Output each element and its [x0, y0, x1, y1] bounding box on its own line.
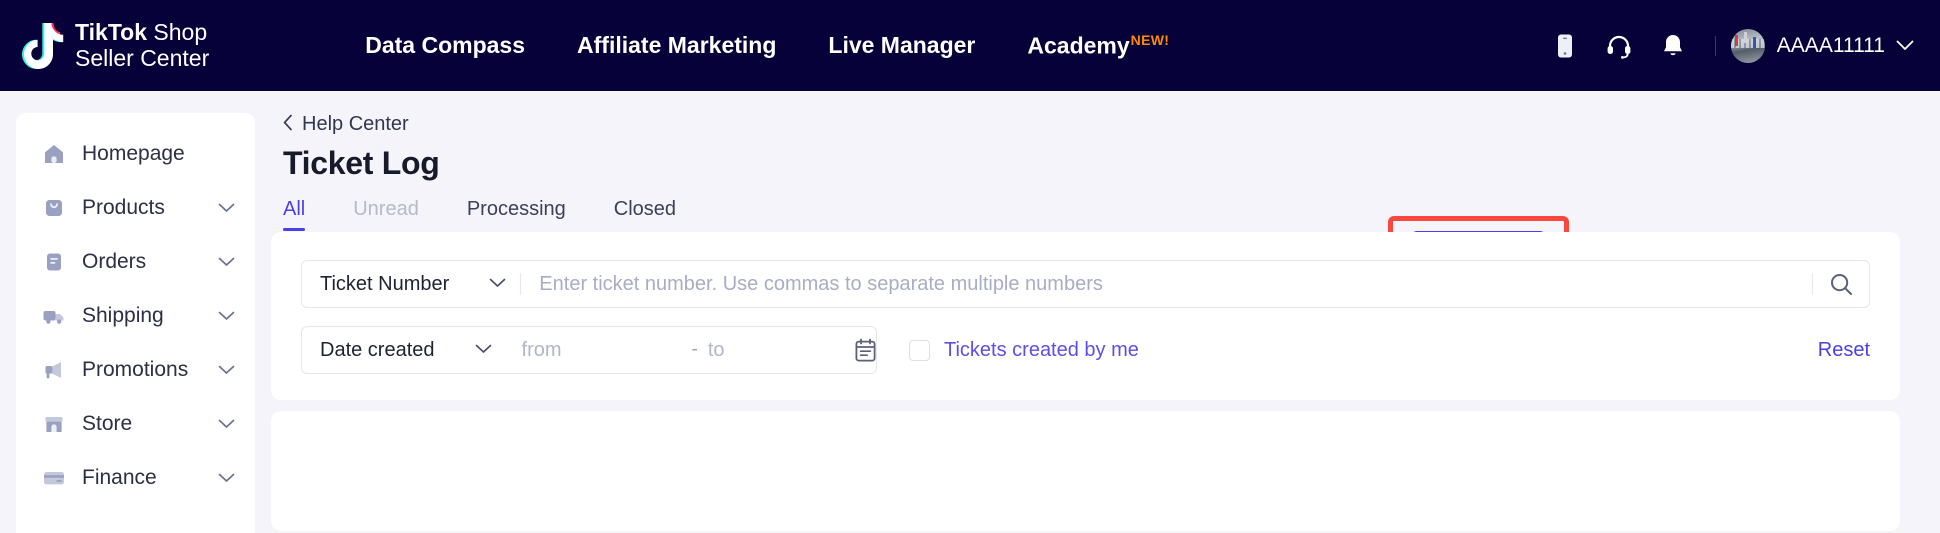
tab-label: All — [283, 198, 305, 220]
nav-link-affiliate-marketing[interactable]: Affiliate Marketing — [551, 32, 802, 59]
search-icon[interactable] — [1813, 261, 1869, 307]
sidebar-item-label: Store — [82, 412, 218, 436]
nav-link-label: Affiliate Marketing — [577, 32, 776, 58]
sidebar-item-label: Promotions — [82, 358, 218, 382]
avatar[interactable] — [1731, 29, 1765, 63]
tab-label: Processing — [467, 198, 566, 220]
status-tabs: All Unread Processing Closed — [283, 198, 1940, 231]
ticket-filter-row: Ticket Number — [301, 260, 1870, 308]
tiktok-note-icon — [20, 21, 66, 71]
sidebar-item-store[interactable]: Store — [16, 397, 255, 451]
chevron-down-icon[interactable] — [218, 257, 235, 267]
nav-link-label: Academy — [1027, 32, 1129, 58]
date-from-input[interactable] — [506, 327, 686, 373]
headset-support-icon[interactable] — [1592, 19, 1646, 73]
bag-icon — [42, 196, 66, 220]
breadcrumb[interactable]: Help Center — [283, 113, 409, 136]
tab-all[interactable]: All — [283, 198, 305, 231]
nav-link-data-compass[interactable]: Data Compass — [339, 32, 551, 59]
date-range-box: Date created - — [301, 326, 877, 374]
brand-seller-center: Seller Center — [75, 46, 209, 72]
nav-right-actions: AAAA11111 — [1538, 0, 1914, 91]
sidebar: Homepage Products Orders — [16, 113, 255, 533]
chevron-down-icon — [475, 341, 492, 359]
ticket-number-input[interactable] — [521, 261, 1812, 307]
date-range-dash: - — [686, 339, 704, 361]
ticket-field-select[interactable]: Ticket Number — [302, 261, 520, 307]
ticket-search-box: Ticket Number — [301, 260, 1870, 308]
brand-text: TikTok Shop Seller Center — [75, 20, 209, 72]
chevron-down-icon[interactable] — [218, 419, 235, 429]
sidebar-item-promotions[interactable]: Promotions — [16, 343, 255, 397]
chevron-down-icon[interactable] — [218, 203, 235, 213]
nav-link-academy[interactable]: AcademyNEW! — [1001, 32, 1195, 60]
tab-processing[interactable]: Processing — [467, 198, 566, 231]
sidebar-item-homepage[interactable]: Homepage — [16, 127, 255, 181]
date-to-input[interactable] — [704, 327, 854, 373]
username-label: AAAA11111 — [1777, 34, 1885, 58]
chevron-down-icon[interactable] — [218, 311, 235, 321]
tab-closed[interactable]: Closed — [614, 198, 676, 231]
calendar-icon[interactable] — [854, 327, 877, 373]
nav-link-label: Data Compass — [365, 32, 525, 58]
sidebar-item-shipping[interactable]: Shipping — [16, 289, 255, 343]
chevron-down-icon[interactable] — [218, 473, 235, 483]
sidebar-item-label: Orders — [82, 250, 218, 274]
megaphone-icon — [42, 358, 66, 382]
sidebar-item-finance[interactable]: Finance — [16, 451, 255, 505]
chevron-down-icon[interactable] — [218, 365, 235, 375]
sidebar-item-label: Homepage — [82, 142, 235, 166]
sidebar-item-orders[interactable]: Orders — [16, 235, 255, 289]
sidebar-item-label: Products — [82, 196, 218, 220]
tickets-created-by-me-checkbox[interactable]: Tickets created by me — [909, 339, 1139, 362]
nav-divider — [1715, 36, 1716, 56]
date-field-select[interactable]: Date created — [302, 327, 506, 373]
date-filter-row: Date created - — [301, 326, 1870, 374]
tab-unread[interactable]: Unread — [353, 198, 419, 231]
tab-label: Closed — [614, 198, 676, 220]
card-icon — [42, 466, 66, 490]
document-icon — [42, 250, 66, 274]
notification-bell-icon[interactable] — [1646, 19, 1700, 73]
sidebar-item-label: Finance — [82, 466, 218, 490]
tab-label: Unread — [353, 198, 419, 220]
filter-card: Ticket Number Date — [271, 232, 1900, 400]
brand-logo[interactable]: TikTok Shop Seller Center — [20, 20, 209, 72]
chevron-down-icon — [489, 275, 506, 293]
new-badge: NEW! — [1131, 32, 1170, 48]
chevron-down-icon[interactable] — [1896, 40, 1914, 51]
sidebar-item-products[interactable]: Products — [16, 181, 255, 235]
results-card — [271, 411, 1900, 531]
brand-shop: Shop — [153, 19, 207, 45]
nav-link-label: Live Manager — [828, 32, 975, 58]
date-field-select-value: Date created — [320, 339, 435, 362]
main-content: Help Center Ticket Log All Unread Proces… — [271, 91, 1940, 524]
truck-icon — [42, 304, 66, 328]
home-icon — [42, 142, 66, 166]
sidebar-item-label: Shipping — [82, 304, 218, 328]
checkbox-label: Tickets created by me — [944, 339, 1139, 362]
chevron-left-icon — [283, 114, 293, 136]
checkbox-box[interactable] — [909, 340, 930, 361]
mobile-app-icon[interactable] — [1538, 19, 1592, 73]
main-nav-links: Data Compass Affiliate Marketing Live Ma… — [339, 32, 1195, 60]
nav-link-live-manager[interactable]: Live Manager — [802, 32, 1001, 59]
storefront-icon — [42, 412, 66, 436]
breadcrumb-label: Help Center — [302, 113, 409, 136]
top-navigation-bar: TikTok Shop Seller Center Data Compass A… — [0, 0, 1940, 91]
reset-link[interactable]: Reset — [1818, 339, 1870, 362]
ticket-field-select-value: Ticket Number — [320, 273, 449, 296]
brand-tiktok: TikTok — [75, 19, 147, 45]
page-title: Ticket Log — [283, 145, 1940, 182]
